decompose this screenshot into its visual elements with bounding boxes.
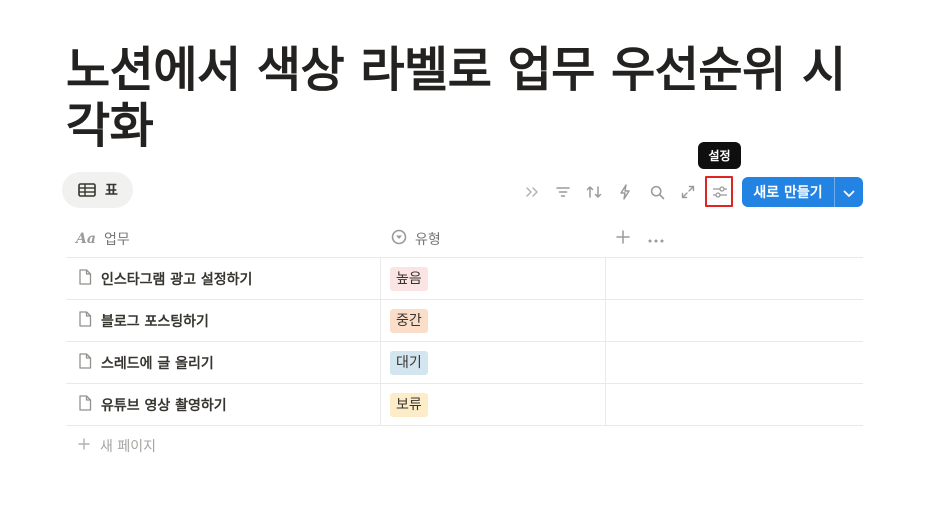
type-tag: 높음	[390, 266, 428, 291]
more-horizontal-icon[interactable]	[648, 231, 664, 247]
empty-cell	[606, 342, 863, 383]
text-property-icon: Aa	[76, 230, 96, 247]
new-button-dropdown[interactable]	[835, 177, 863, 207]
table-row[interactable]: 스레드에 글 올리기 대기	[66, 342, 863, 384]
task-name: 스레드에 글 올리기	[101, 355, 214, 372]
search-icon[interactable]	[642, 176, 672, 208]
database-table: Aa 업무 유형 인스타그램 광고 설정하기 높음 블로그 포스팅하기 중간 스…	[66, 220, 863, 426]
type-cell[interactable]: 중간	[381, 300, 606, 341]
column-header-label: 업무	[103, 231, 130, 248]
table-row[interactable]: 인스타그램 광고 설정하기 높음	[66, 258, 863, 300]
new-button-group: 새로 만들기	[742, 177, 863, 207]
empty-cell	[606, 300, 863, 341]
new-page-label: 새 페이지	[100, 439, 156, 455]
page-icon	[78, 394, 92, 415]
plus-icon[interactable]	[616, 229, 630, 248]
table-header: Aa 업무 유형	[66, 220, 863, 258]
task-cell[interactable]: 인스타그램 광고 설정하기	[66, 258, 381, 299]
page-icon	[78, 352, 92, 373]
chevron-down-icon	[843, 183, 855, 202]
sort-icon[interactable]	[579, 176, 609, 208]
settings-tooltip: 설정	[698, 142, 741, 169]
column-actions	[606, 220, 863, 258]
table-row[interactable]: 유튜브 영상 촬영하기 보류	[66, 384, 863, 426]
lightning-icon[interactable]	[610, 176, 640, 208]
new-button[interactable]: 새로 만들기	[742, 177, 834, 207]
page-title: 노션에서 색상 라벨로 업무 우선순위 시각화	[66, 42, 846, 154]
settings-highlight-box	[705, 176, 733, 207]
type-tag: 중간	[390, 308, 428, 333]
new-page-row[interactable]: 새 페이지	[66, 425, 156, 467]
column-header-type[interactable]: 유형	[381, 220, 606, 258]
task-cell[interactable]: 유튜브 영상 촬영하기	[66, 384, 381, 425]
type-cell[interactable]: 보류	[381, 384, 606, 425]
task-cell[interactable]: 블로그 포스팅하기	[66, 300, 381, 341]
table-row[interactable]: 블로그 포스팅하기 중간	[66, 300, 863, 342]
double-chevron-right-icon[interactable]	[517, 176, 547, 208]
plus-icon	[78, 438, 90, 454]
type-cell[interactable]: 높음	[381, 258, 606, 299]
type-tag: 보류	[390, 392, 428, 417]
type-cell[interactable]: 대기	[381, 342, 606, 383]
task-cell[interactable]: 스레드에 글 올리기	[66, 342, 381, 383]
empty-cell	[606, 258, 863, 299]
type-tag: 대기	[390, 350, 428, 375]
filter-icon[interactable]	[548, 176, 578, 208]
select-property-icon	[391, 229, 407, 249]
task-name: 블로그 포스팅하기	[101, 313, 209, 330]
column-header-label: 유형	[415, 231, 441, 248]
page-icon	[78, 268, 92, 289]
column-header-task[interactable]: Aa 업무	[66, 220, 381, 258]
empty-cell	[606, 384, 863, 425]
expand-icon[interactable]	[673, 176, 703, 208]
task-name: 인스타그램 광고 설정하기	[101, 271, 253, 288]
page-icon	[78, 310, 92, 331]
task-name: 유튜브 영상 촬영하기	[101, 397, 227, 414]
